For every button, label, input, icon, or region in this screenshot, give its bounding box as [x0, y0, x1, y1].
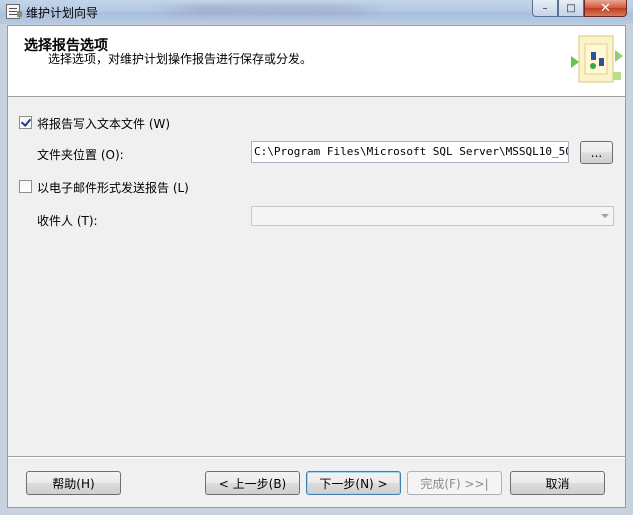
cancel-button[interactable]: 取消 [510, 471, 605, 495]
maximize-button[interactable]: □ [558, 0, 584, 17]
help-button[interactable]: 帮助(H) [26, 471, 121, 495]
recipient-label: 收件人 (T): [37, 214, 98, 228]
back-button[interactable]: < 上一步(B) [205, 471, 300, 495]
email-report-label: 以电子邮件形式发送报告 (L) [37, 181, 189, 195]
wizard-app-icon [6, 4, 22, 19]
window-controls: – □ ✕ [532, 0, 627, 18]
wizard-report-icon [571, 35, 623, 83]
wizard-header: 选择报告选项 选择选项，对维护计划操作报告进行保存或分发。 [8, 26, 625, 97]
browse-button[interactable]: ... [580, 141, 613, 164]
minimize-button[interactable]: – [532, 0, 558, 17]
background-window-blur [150, 4, 390, 16]
wizard-client: 选择报告选项 选择选项，对维护计划操作报告进行保存或分发。 将报告写入文本文件 … [7, 25, 626, 508]
page-description: 选择选项，对维护计划操作报告进行保存或分发。 [48, 52, 313, 66]
finish-button[interactable]: 完成(F) >>| [407, 471, 502, 495]
recipient-dropdown[interactable] [251, 206, 614, 226]
folder-location-input[interactable]: C:\Program Files\Microsoft SQL Server\MS… [251, 141, 569, 163]
title-bar: 维护计划向导 – □ ✕ [0, 0, 633, 24]
close-button[interactable]: ✕ [584, 0, 627, 17]
email-report-checkbox[interactable] [19, 180, 32, 193]
footer-separator [8, 456, 625, 458]
write-to-file-label: 将报告写入文本文件 (W) [37, 117, 171, 131]
next-button[interactable]: 下一步(N) > [306, 471, 401, 495]
folder-location-label: 文件夹位置 (O): [37, 148, 124, 162]
window-title: 维护计划向导 [26, 6, 99, 20]
chevron-down-icon [601, 214, 609, 218]
write-to-file-checkbox[interactable] [19, 116, 32, 129]
